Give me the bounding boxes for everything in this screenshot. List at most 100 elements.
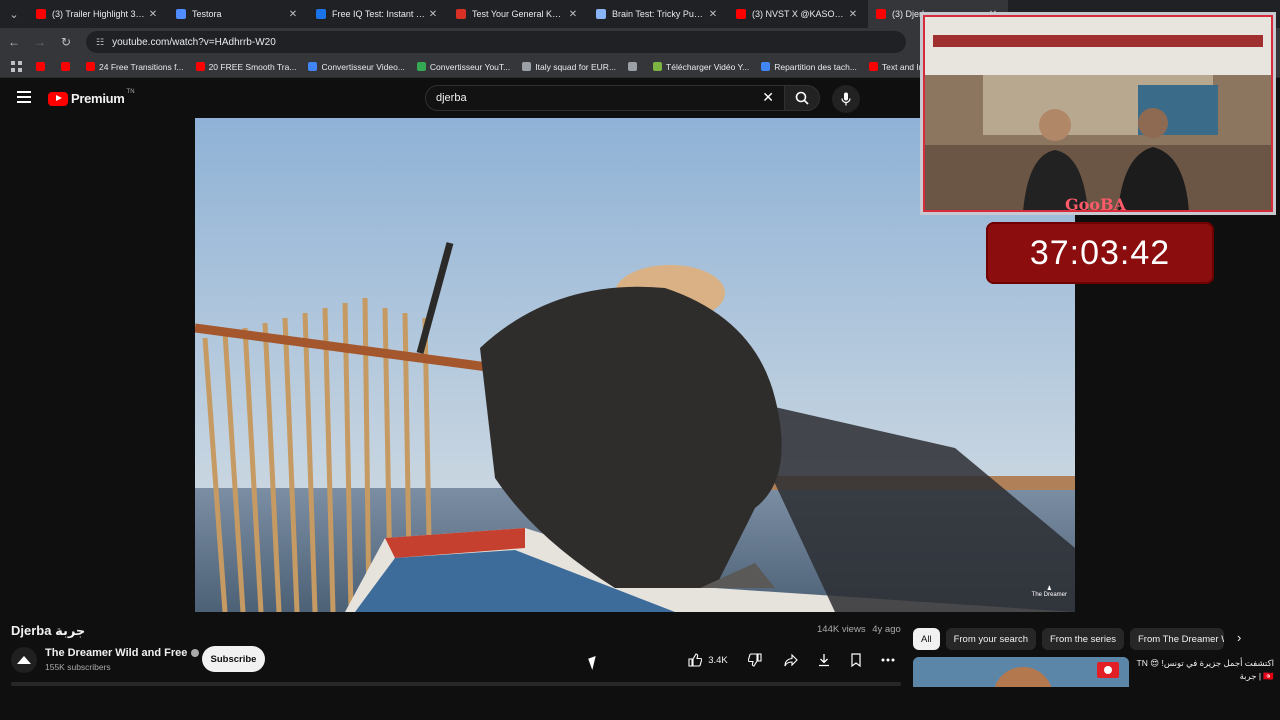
filter-chip[interactable]: All <box>913 628 940 650</box>
bookmark-favicon-icon <box>761 62 771 71</box>
bookmark-favicon-icon <box>195 62 205 71</box>
recommended-video-title[interactable]: اكتشفت أجمل جزيرة في تونس! 😍 TN 🇹🇳 | جرب… <box>1134 657 1274 683</box>
bookmark-item[interactable] <box>61 62 74 71</box>
webcam-name-tag: GooBA <box>1065 195 1126 214</box>
bookmark-item[interactable] <box>628 62 641 71</box>
divider <box>11 682 901 686</box>
bookmark-favicon-icon <box>416 62 426 71</box>
bookmark-label: Convertisseur YouT... <box>429 61 511 72</box>
tab-title: Free IQ Test: Instant Score <box>332 9 426 19</box>
thumbs-down-icon <box>748 653 762 667</box>
bookmark-label: Convertisseur Video... <box>321 61 405 72</box>
chips-next-chevron-icon[interactable]: › <box>1237 630 1241 645</box>
bookmark-item[interactable]: Télécharger Vidéo Y... <box>653 62 749 72</box>
bookmark-favicon-icon <box>86 62 95 71</box>
tab-favicon-icon <box>36 9 46 19</box>
filter-chip[interactable]: From your search <box>945 628 1036 650</box>
subscriber-count: 155K subscribers <box>45 662 111 672</box>
tab-title: (3) Trailer Highlight 3 - You <box>52 9 146 19</box>
bookmark-icon <box>851 653 861 667</box>
tab-favicon-icon <box>316 9 326 19</box>
tab-title: Testora <box>192 9 222 19</box>
tab-favicon-icon <box>456 9 466 19</box>
bookmark-favicon-icon <box>653 62 663 71</box>
tab-close-icon[interactable]: ✕ <box>566 9 580 20</box>
browser-tab[interactable]: Free IQ Test: Instant Score✕ <box>308 0 448 28</box>
bookmark-favicon-icon <box>628 62 638 71</box>
tab-favicon-icon <box>176 9 186 19</box>
menu-hamburger-icon[interactable] <box>17 91 31 103</box>
share-icon <box>784 653 798 667</box>
verified-badge-icon <box>191 649 200 657</box>
bookmark-item[interactable]: Convertisseur YouT... <box>416 61 511 72</box>
search-button[interactable] <box>784 85 820 111</box>
save-button[interactable] <box>843 648 869 672</box>
like-count: 3.4K <box>708 654 728 666</box>
browser-tab[interactable]: Testora ✕ <box>168 0 308 28</box>
channel-name-text: The Dreamer Wild and Free <box>45 647 188 659</box>
thumbs-up-icon <box>688 653 703 667</box>
reload-icon[interactable]: ↻ <box>54 30 78 54</box>
webcam-video <box>923 15 1273 212</box>
bookmark-item[interactable]: Convertisseur Video... <box>308 61 405 72</box>
bookmark-favicon-icon <box>61 62 70 71</box>
browser-tab[interactable]: (3) NVST X @KASOKARIM✕ <box>728 0 868 28</box>
address-bar[interactable]: ☷ youtube.com/watch?v=HAdhrrb-W20 <box>86 31 906 53</box>
tab-search-chevron-icon[interactable]: ⌄ <box>0 0 28 28</box>
browser-tab[interactable]: Test Your General Knowledge✕ <box>448 0 588 28</box>
bookmark-item[interactable] <box>36 62 49 71</box>
recommended-video-thumbnail[interactable] <box>913 657 1129 687</box>
voice-search-button[interactable] <box>832 85 860 113</box>
bookmark-label: Italy squad for EUR... <box>535 61 617 72</box>
channel-watermark: ♟ The Dreamer <box>1031 586 1067 598</box>
bookmark-favicon-icon <box>36 62 45 71</box>
tab-close-icon[interactable]: ✕ <box>286 9 300 20</box>
tab-favicon-icon <box>736 9 746 19</box>
bookmark-item[interactable]: 20 FREE Smooth Tra... <box>195 61 297 72</box>
country-code: TN <box>126 88 135 95</box>
dislike-button[interactable] <box>742 648 768 672</box>
browser-tab[interactable]: Brain Test: Tricky Puzzles -✕ <box>588 0 728 28</box>
bookmark-favicon-icon <box>868 62 878 71</box>
download-button[interactable] <box>811 648 837 672</box>
subscribe-button[interactable]: Subscribe <box>202 646 265 672</box>
tab-close-icon[interactable]: ✕ <box>426 9 440 20</box>
tab-close-icon[interactable]: ✕ <box>846 9 860 20</box>
tab-close-icon[interactable]: ✕ <box>146 9 160 20</box>
youtube-premium-logo[interactable]: Premium TN <box>48 88 135 106</box>
browser-tab[interactable]: (3) Trailer Highlight 3 - You✕ <box>28 0 168 28</box>
youtube-play-icon <box>48 91 68 106</box>
webcam-overlay: GooBA <box>920 12 1276 215</box>
video-metadata: Djerba جربة 144K views 4y ago The Dreame… <box>0 612 1280 720</box>
site-info-icon[interactable]: ☷ <box>96 37 104 48</box>
share-button[interactable] <box>778 648 804 672</box>
views-and-age: 144K views 4y ago <box>817 624 901 635</box>
more-horizontal-icon <box>881 658 895 662</box>
microphone-icon <box>841 92 851 106</box>
clear-search-icon[interactable]: ✕ <box>762 89 774 106</box>
bookmark-favicon-icon <box>308 62 318 71</box>
upload-age: 4y ago <box>872 624 901 635</box>
forward-arrow-icon[interactable]: → <box>28 30 52 54</box>
logo-text: Premium <box>71 91 125 106</box>
bookmark-label: 20 FREE Smooth Tra... <box>208 61 297 72</box>
channel-name[interactable]: The Dreamer Wild and Free <box>45 647 200 659</box>
video-title: Djerba جربة <box>11 623 86 638</box>
tab-favicon-icon <box>596 9 606 19</box>
bookmark-label: Repartition des tach... <box>774 61 857 72</box>
tab-close-icon[interactable]: ✕ <box>706 9 720 20</box>
url-text: youtube.com/watch?v=HAdhrrb-W20 <box>112 36 276 48</box>
more-actions-button[interactable] <box>875 648 901 672</box>
like-button[interactable]: 3.4K <box>678 648 738 672</box>
filter-chip[interactable]: From The Dreamer W <box>1130 628 1224 650</box>
bookmark-item[interactable]: Repartition des tach... <box>761 62 857 72</box>
bookmark-item[interactable]: Italy squad for EUR... <box>522 62 616 72</box>
back-arrow-icon[interactable]: ← <box>2 30 26 54</box>
channel-avatar[interactable] <box>11 647 37 673</box>
apps-grid-icon[interactable] <box>4 55 28 79</box>
bookmark-item[interactable]: 24 Free Transitions f... <box>86 62 184 72</box>
filter-chip[interactable]: From the series <box>1042 628 1124 650</box>
tab-title: (3) NVST X @KASOKARIM <box>752 9 846 19</box>
bookmark-favicon-icon <box>522 62 532 71</box>
search-input[interactable]: djerba ✕ <box>425 85 785 111</box>
